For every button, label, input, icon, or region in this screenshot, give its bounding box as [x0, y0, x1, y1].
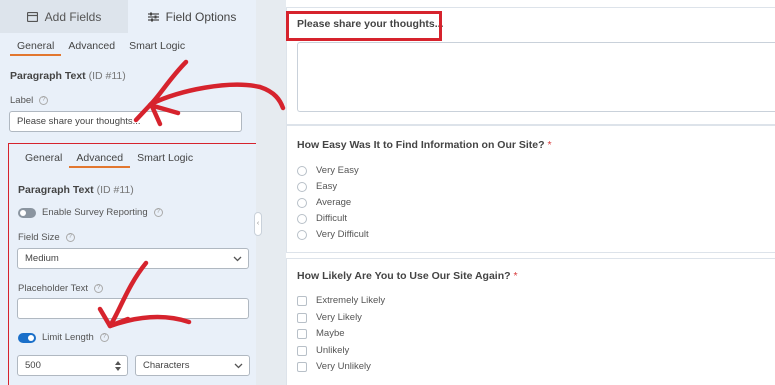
- collapse-icon[interactable]: ‹: [254, 212, 262, 236]
- placeholder-caption: Placeholder Text ?: [18, 283, 104, 294]
- help-icon[interactable]: ?: [99, 333, 109, 342]
- radio-option[interactable]: Easy: [297, 181, 337, 192]
- field-size-value: Medium: [25, 253, 59, 264]
- radio-option-label: Very Difficult: [316, 229, 369, 240]
- field-title-text: Paragraph Text: [18, 184, 94, 196]
- limit-length-unit-select[interactable]: Characters: [135, 355, 250, 376]
- checkbox-option-label: Very Likely: [316, 312, 362, 323]
- toggle-knob: [20, 210, 26, 216]
- preview-question-text: How Likely Are You to Use Our Site Again…: [297, 270, 511, 282]
- limit-length-label: Limit Length ?: [42, 332, 109, 343]
- field-size-caption: Field Size ?: [18, 232, 75, 243]
- radio-option-label: Average: [316, 197, 352, 208]
- chevron-down-icon: [233, 256, 242, 261]
- radio-button[interactable]: [297, 229, 307, 240]
- preview-question-text: How Easy Was It to Find Information on O…: [297, 139, 545, 151]
- upper-option-tabs: General Advanced Smart Logic: [10, 36, 192, 56]
- survey-reporting-label: Enable Survey Reporting ?: [42, 207, 163, 218]
- radio-option[interactable]: Very Difficult: [297, 229, 369, 240]
- field-id: (ID #11): [88, 70, 126, 82]
- tab-field-options-label: Field Options: [165, 9, 237, 24]
- limit-length-value: 500: [25, 360, 41, 371]
- tab-smart-logic[interactable]: Smart Logic: [130, 148, 200, 168]
- limit-length-number-input[interactable]: 500: [17, 355, 128, 376]
- tab-field-options[interactable]: Field Options: [128, 0, 256, 33]
- tab-advanced[interactable]: Advanced: [69, 148, 131, 168]
- label-input-value: Please share your thoughts...: [17, 116, 141, 127]
- label-input[interactable]: Please share your thoughts...: [9, 111, 242, 132]
- field-options-icon: [147, 12, 159, 21]
- preview-question: How Easy Was It to Find Information on O…: [297, 139, 552, 151]
- field-size-caption-text: Field Size: [18, 232, 60, 243]
- tab-general[interactable]: General: [18, 148, 69, 168]
- placeholder-caption-text: Placeholder Text: [18, 283, 89, 294]
- checkbox[interactable]: [297, 345, 307, 356]
- label-caption: Label ?: [10, 95, 49, 106]
- radio-option-label: Easy: [316, 181, 338, 192]
- field-title-text: Paragraph Text: [10, 70, 86, 82]
- placeholder-input[interactable]: [17, 298, 249, 319]
- field-size-select[interactable]: Medium: [17, 248, 249, 269]
- stepper-icon[interactable]: [115, 361, 121, 371]
- toggle-knob: [28, 335, 34, 341]
- radio-button[interactable]: [297, 181, 307, 192]
- tab-advanced[interactable]: Advanced: [61, 36, 122, 56]
- label-highlight-box: [286, 11, 442, 41]
- radio-option[interactable]: Very Easy: [297, 165, 359, 176]
- radio-button[interactable]: [297, 213, 307, 224]
- advanced-options-panel: General Advanced Smart Logic Paragraph T…: [8, 143, 259, 385]
- preview-field-checkbox[interactable]: How Likely Are You to Use Our Site Again…: [286, 258, 775, 385]
- checkbox-option[interactable]: Very Likely: [297, 312, 362, 323]
- form-preview: Please share your thoughts... How Easy W…: [286, 0, 775, 385]
- radio-option[interactable]: Average: [297, 197, 351, 208]
- required-marker: *: [547, 139, 552, 151]
- required-marker: *: [513, 270, 518, 282]
- label-caption-text: Label: [10, 95, 34, 106]
- checkbox[interactable]: [297, 295, 307, 306]
- checkbox[interactable]: [297, 361, 307, 372]
- limit-length-toggle[interactable]: [18, 333, 36, 343]
- radio-option-label: Difficult: [316, 213, 347, 224]
- field-title: Paragraph Text (ID #11): [18, 184, 134, 196]
- panel-divider: [256, 0, 286, 385]
- help-icon[interactable]: ?: [39, 96, 49, 105]
- field-title: Paragraph Text (ID #11): [10, 70, 126, 82]
- help-icon[interactable]: ?: [65, 233, 75, 242]
- checkbox[interactable]: [297, 328, 307, 339]
- sidebar-top-tabs: Add Fields Field Options: [0, 0, 256, 33]
- radio-button[interactable]: [297, 197, 307, 208]
- checkbox-option[interactable]: Extremely Likely: [297, 295, 385, 306]
- survey-reporting-text: Enable Survey Reporting: [42, 207, 148, 218]
- field-id: (ID #11): [96, 184, 134, 196]
- checkbox-option-label: Unlikely: [316, 345, 350, 356]
- tab-general[interactable]: General: [10, 36, 62, 56]
- checkbox-option-label: Very Unlikely: [316, 361, 371, 372]
- limit-length-text: Limit Length: [42, 332, 94, 343]
- tab-add-fields[interactable]: Add Fields: [0, 0, 128, 33]
- chevron-down-icon: [234, 363, 243, 368]
- limit-length-unit: Characters: [143, 360, 190, 371]
- tab-add-fields-label: Add Fields: [44, 9, 102, 24]
- radio-option-label: Very Easy: [316, 165, 359, 176]
- radio-option[interactable]: Difficult: [297, 213, 347, 224]
- preview-field-radio[interactable]: How Easy Was It to Find Information on O…: [286, 125, 775, 253]
- preview-question: How Likely Are You to Use Our Site Again…: [297, 270, 518, 282]
- lower-option-tabs: General Advanced Smart Logic: [18, 148, 200, 168]
- checkbox-option-label: Maybe: [316, 328, 345, 339]
- survey-reporting-toggle[interactable]: [18, 208, 36, 218]
- radio-button[interactable]: [297, 165, 307, 176]
- help-icon[interactable]: ?: [153, 208, 163, 217]
- checkbox-option[interactable]: Unlikely: [297, 345, 349, 356]
- checkbox-option[interactable]: Maybe: [297, 328, 345, 339]
- checkbox[interactable]: [297, 312, 307, 323]
- preview-textarea[interactable]: [297, 42, 775, 112]
- tab-smart-logic[interactable]: Smart Logic: [122, 36, 192, 56]
- checkbox-option[interactable]: Very Unlikely: [297, 361, 371, 372]
- help-icon[interactable]: ?: [94, 284, 104, 293]
- add-fields-icon: [26, 11, 38, 22]
- checkbox-option-label: Extremely Likely: [316, 295, 386, 306]
